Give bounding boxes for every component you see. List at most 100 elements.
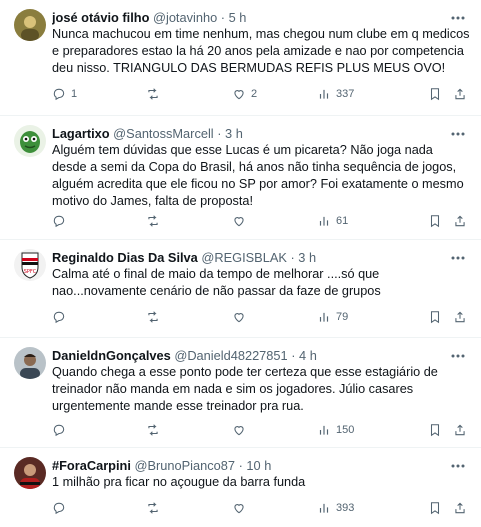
reply-button[interactable] [52,421,71,439]
retweet-arrows-icon [148,215,158,227]
bar-chart-icon [319,216,329,226]
tweet[interactable]: Lagartixo @SantossMarcell · 3 h Alguém t… [0,116,481,240]
separator-dot: · [238,458,243,473]
bookmark-button[interactable] [428,499,442,517]
share-button[interactable] [453,308,467,326]
speech-bubble-icon [53,502,65,515]
avatar[interactable] [14,125,46,157]
share-button[interactable] [453,212,467,230]
like-button[interactable] [232,308,251,326]
bar-chart-icon [319,312,329,322]
author-name[interactable]: #ForaCarpini [52,458,131,473]
author-name[interactable]: DanieldnGonçalves [52,348,171,363]
reply-button[interactable] [52,212,71,230]
timestamp[interactable]: 3 h [225,126,243,141]
reply-button[interactable] [52,499,71,517]
bookmark-icon [430,88,440,101]
author-handle[interactable]: @BrunoPianco87 [135,458,236,473]
views-count: 393 [336,502,355,514]
retweet-button[interactable] [146,421,165,439]
timestamp[interactable]: 4 h [299,348,317,363]
bookmark-icon [430,311,440,324]
avatar[interactable] [14,347,46,379]
reply-button[interactable]: 1 [52,85,77,103]
tweet-text: Alguém tem dúvidas que esse Lucas é um p… [52,143,464,208]
share-button[interactable] [453,421,467,439]
author-name[interactable]: Lagartixo [52,126,110,141]
avatar[interactable]: SPFC [14,249,46,281]
tweet-header: Lagartixo @SantossMarcell · 3 h [52,125,441,142]
timestamp[interactable]: 3 h [298,250,316,265]
retweet-button[interactable] [146,212,165,230]
views-button[interactable]: 337 [317,85,354,103]
bookmark-button[interactable] [428,85,442,103]
share-button[interactable] [453,85,467,103]
more-options-icon[interactable] [449,11,467,25]
tweet-text: 1 milhão pra ficar no açougue da barra f… [52,475,306,489]
more-options-icon[interactable] [449,127,467,141]
like-count: 2 [251,88,258,100]
retweet-button[interactable] [146,499,165,517]
views-button[interactable]: 61 [317,212,348,230]
retweet-button[interactable] [146,308,165,326]
more-options-icon[interactable] [449,349,467,363]
tweet-header: josé otávio filho @jotavinho · 5 h [52,9,441,26]
bookmark-button[interactable] [428,308,442,326]
author-name[interactable]: josé otávio filho [52,10,149,25]
views-count: 150 [336,424,355,436]
tweet[interactable]: SPFC Reginaldo Dias Da Silva @REGISBLAK … [0,240,481,338]
speech-bubble-icon [53,215,65,228]
heart-icon [234,426,244,436]
retweet-arrows-icon [148,311,158,323]
share-upload-icon [455,215,465,227]
bookmark-button[interactable] [428,212,442,230]
tweet-header: #ForaCarpini @BrunoPianco87 · 10 h [52,457,441,474]
views-button[interactable]: 79 [317,308,348,326]
retweet-arrows-icon [148,424,158,436]
more-options-icon[interactable] [449,251,467,265]
like-button[interactable] [232,499,251,517]
bookmark-button[interactable] [428,421,442,439]
timestamp[interactable]: 10 h [246,458,271,473]
share-upload-icon [455,502,465,514]
bookmark-icon [430,215,440,228]
tweet-text: Quando chega a esse ponto pode ter certe… [52,365,438,413]
tweet-actions: 150 [52,421,470,439]
views-button[interactable]: 150 [317,421,354,439]
like-button[interactable]: 2 [232,85,257,103]
heart-icon [234,90,244,100]
author-handle[interactable]: @Danield48227851 [174,348,287,363]
author-name[interactable]: Reginaldo Dias Da Silva [52,250,198,265]
speech-bubble-icon [53,88,65,101]
share-upload-icon [455,311,465,323]
tweet-text: Nunca machucou em time nenhum, mas chego… [52,27,470,75]
author-handle[interactable]: @SantossMarcell [113,126,213,141]
author-handle[interactable]: @REGISBLAK [201,250,287,265]
share-button[interactable] [453,499,467,517]
avatar[interactable] [14,457,46,489]
bar-chart-icon [319,503,329,513]
bar-chart-icon [319,425,329,435]
reply-button[interactable] [52,308,71,326]
more-options-icon[interactable] [449,459,467,473]
share-upload-icon [455,88,465,100]
tweet[interactable]: DanieldnGonçalves @Danield48227851 · 4 h… [0,338,481,448]
tweet[interactable]: josé otávio filho @jotavinho · 5 h Nunca… [0,0,481,116]
like-button[interactable] [232,212,251,230]
like-button[interactable] [232,421,251,439]
avatar[interactable] [14,9,46,41]
tweet[interactable]: #ForaCarpini @BrunoPianco87 · 10 h 1 mil… [0,448,481,527]
heart-icon [234,504,244,514]
tweet-actions: 393 [52,499,470,517]
tweet-actions: 1 2 337 [52,85,470,103]
tweet-actions: 79 [52,308,470,326]
share-upload-icon [455,424,465,436]
author-handle[interactable]: @jotavinho [153,10,217,25]
bookmark-icon [430,502,440,515]
retweet-button[interactable] [146,85,165,103]
views-button[interactable]: 393 [317,499,354,517]
timestamp[interactable]: 5 h [229,10,247,25]
tweet-actions: 61 [52,212,470,230]
separator-dot: · [290,250,295,265]
retweet-arrows-icon [148,88,158,100]
